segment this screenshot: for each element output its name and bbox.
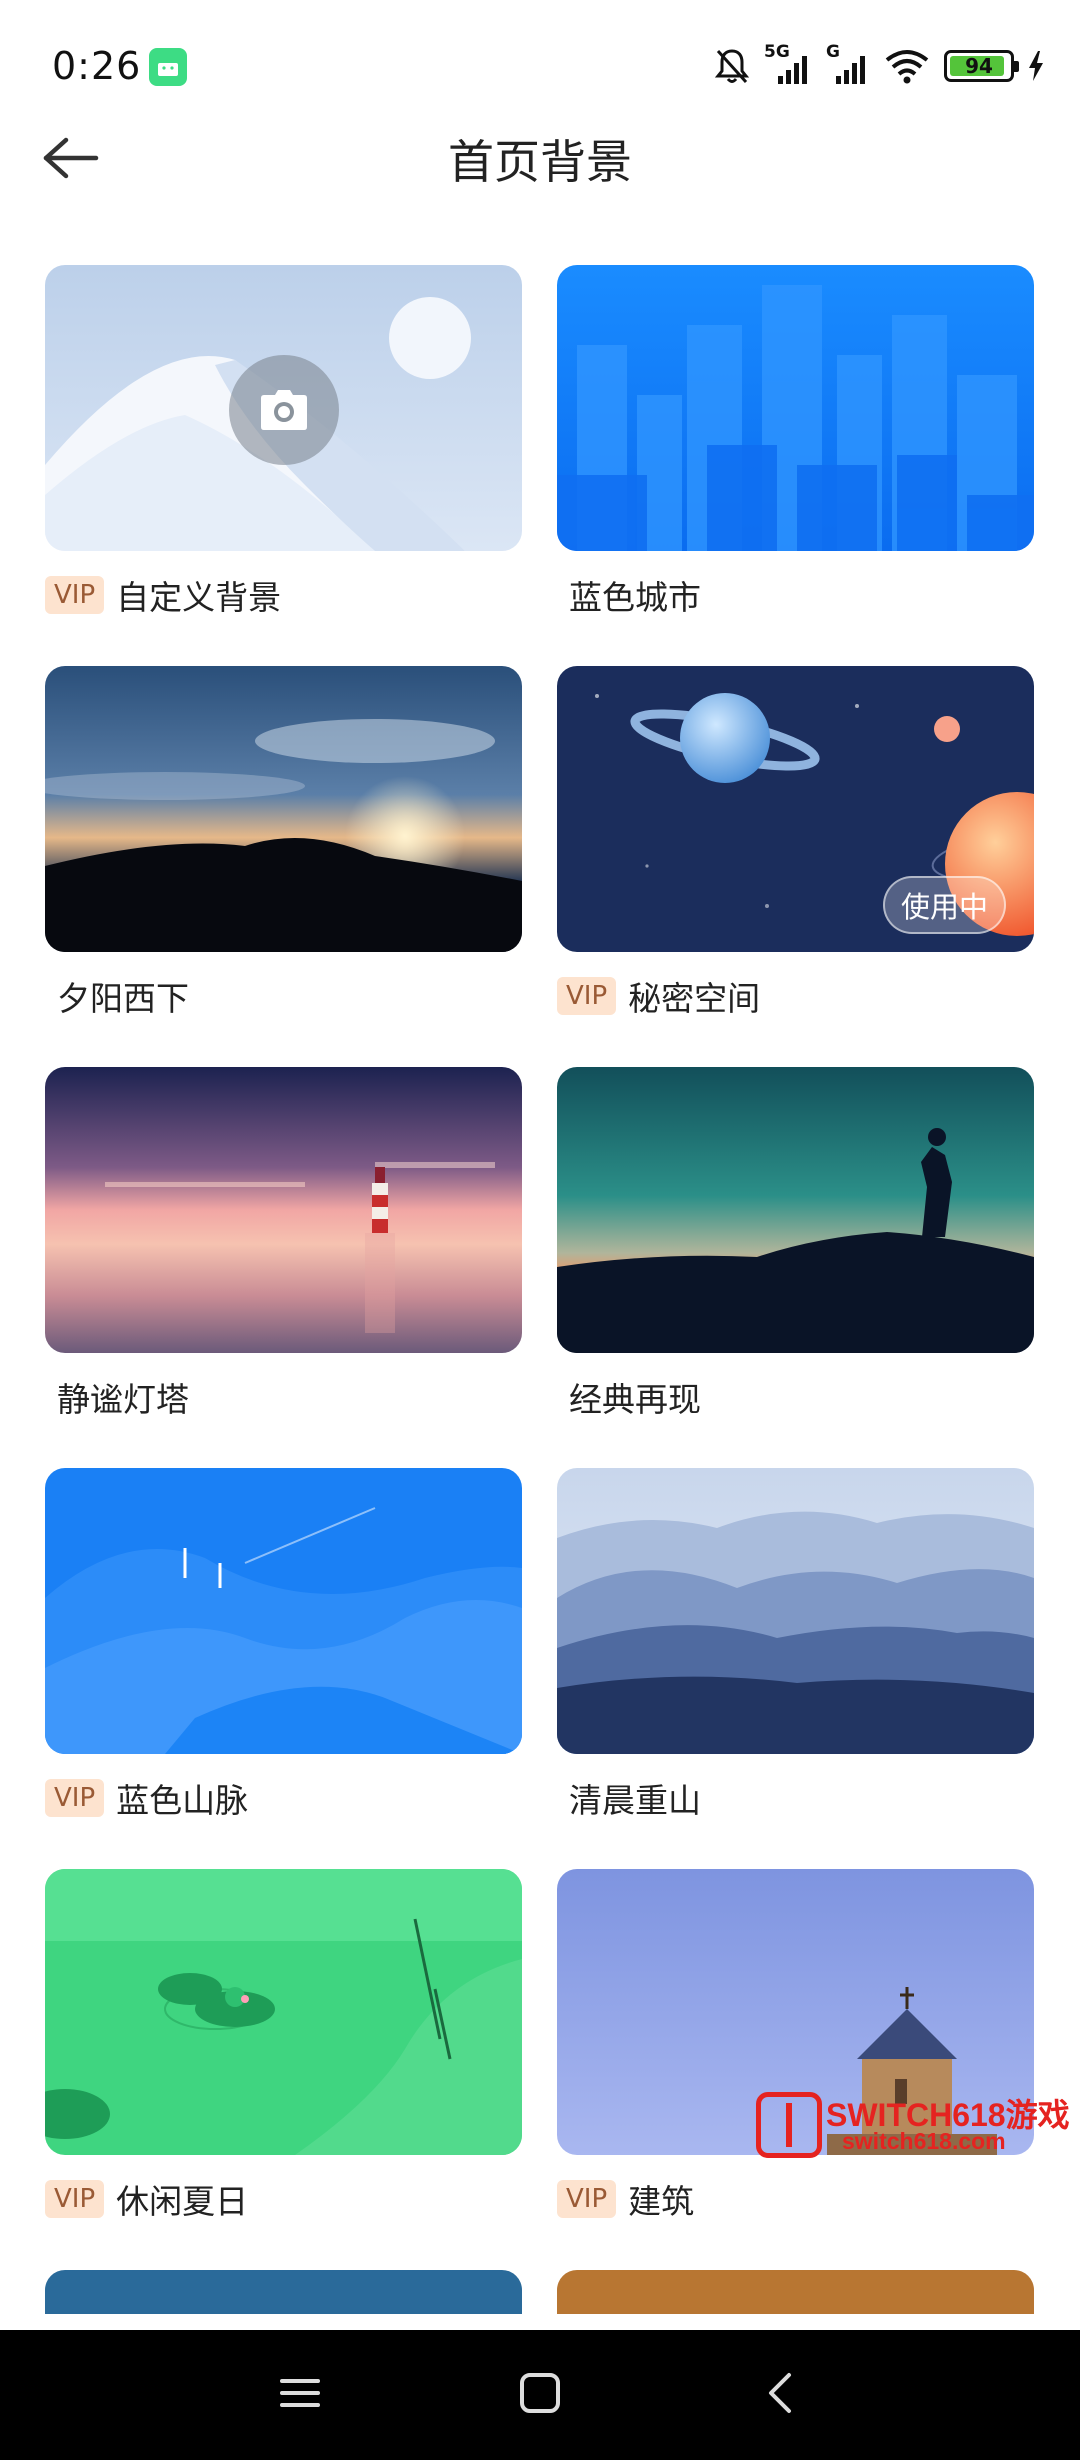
- page-title: 首页背景: [448, 135, 632, 189]
- wallpaper-thumbnail: [557, 265, 1034, 551]
- vip-badge: VIP: [45, 2180, 105, 2218]
- status-icons: 5G G 94: [714, 42, 1044, 88]
- wallpaper-label-row: VIP 秘密空间: [557, 972, 760, 1020]
- charging-icon: [1028, 51, 1044, 81]
- wallpaper-card[interactable]: 蓝色城市: [557, 265, 1034, 617]
- wallpaper-label: 夕阳西下: [57, 979, 189, 1018]
- bell-muted-icon: [714, 47, 750, 85]
- wallpaper-label: 秘密空间: [628, 979, 761, 1018]
- wallpaper-label-row: 清晨重山: [557, 1774, 701, 1822]
- vip-badge: VIP: [557, 2180, 617, 2218]
- wallpaper-card[interactable]: 使用中 VIP 秘密空间: [557, 666, 1034, 1018]
- wallpaper-card[interactable]: VIP 自定义背景: [45, 265, 522, 617]
- navigation-bar: [0, 2330, 1080, 2460]
- wallpaper-label: 经典再现: [569, 1380, 701, 1419]
- wallpaper-label-row: VIP 休闲夏日: [45, 2175, 248, 2223]
- network-type-label: 5G: [764, 42, 790, 62]
- switch-logo-icon: [756, 2092, 822, 2158]
- wallpaper-label: 清晨重山: [569, 1781, 701, 1820]
- wallpaper-thumbnail: [45, 1067, 522, 1353]
- wallpaper-thumbnail: 使用中: [557, 666, 1034, 952]
- wallpaper-label-row: 静谧灯塔: [45, 1373, 189, 1421]
- wallpaper-thumbnail: [45, 265, 522, 551]
- status-bar: 0:26 5G G 94: [0, 0, 1080, 130]
- in-use-badge: 使用中: [882, 876, 1006, 934]
- wallpaper-card[interactable]: 静谧灯塔: [45, 1067, 522, 1419]
- wallpaper-thumbnail: [557, 1468, 1034, 1754]
- camera-button[interactable]: [229, 355, 339, 465]
- vip-badge: VIP: [557, 977, 617, 1015]
- android-notification-icon: [149, 48, 187, 86]
- wallpaper-label-row: 经典再现: [557, 1373, 701, 1421]
- wallpaper-label-row: VIP 建筑: [557, 2175, 694, 2223]
- header: 首页背景: [0, 120, 1080, 200]
- wallpaper-label-row: VIP 自定义背景: [45, 571, 281, 619]
- system-back-button[interactable]: [740, 2360, 820, 2430]
- wifi-icon: [884, 48, 930, 84]
- vip-badge: VIP: [45, 1779, 105, 1817]
- wallpaper-label: 静谧灯塔: [57, 1380, 189, 1419]
- network-type-label: G: [826, 42, 840, 62]
- menu-icon: [278, 2375, 322, 2415]
- wallpaper-card-partial[interactable]: [557, 2270, 1034, 2314]
- watermark-subtitle: switch618.com: [842, 2128, 1006, 2154]
- menu-button[interactable]: [260, 2360, 340, 2430]
- wallpaper-card[interactable]: 夕阳西下: [45, 666, 522, 1018]
- signal-icon: 5G: [764, 42, 812, 86]
- home-icon: [518, 2371, 562, 2419]
- wallpaper-label-row: 蓝色城市: [557, 571, 701, 619]
- wallpaper-card-partial[interactable]: [45, 2270, 522, 2314]
- wallpaper-card[interactable]: VIP 休闲夏日: [45, 1869, 522, 2221]
- status-time: 0:26: [52, 44, 142, 88]
- wallpaper-label: 休闲夏日: [116, 2182, 249, 2221]
- battery-icon: 94: [944, 50, 1019, 82]
- wallpaper-label: 自定义背景: [116, 578, 282, 617]
- wallpaper-thumbnail: [45, 1869, 522, 2155]
- wallpaper-card[interactable]: 经典再现: [557, 1067, 1034, 1419]
- wallpaper-label-row: 夕阳西下: [45, 972, 189, 1020]
- wallpaper-card[interactable]: VIP 蓝色山脉: [45, 1468, 522, 1820]
- battery-cap: [1014, 61, 1019, 72]
- back-icon: [765, 2371, 795, 2419]
- watermark: SWITCH618游戏 switch618.com: [756, 2090, 1070, 2160]
- battery-percent: 94: [965, 54, 993, 78]
- wallpaper-label: 建筑: [628, 2182, 695, 2221]
- wallpaper-thumbnail: [557, 1067, 1034, 1353]
- home-button[interactable]: [500, 2360, 580, 2430]
- wallpaper-thumbnail: [45, 666, 522, 952]
- wallpaper-label: 蓝色山脉: [116, 1781, 249, 1820]
- wallpaper-card[interactable]: 清晨重山: [557, 1468, 1034, 1820]
- wallpaper-label: 蓝色城市: [569, 578, 701, 617]
- vip-badge: VIP: [45, 576, 105, 614]
- signal-icon: G: [826, 42, 870, 86]
- camera-icon: [259, 389, 309, 431]
- wallpaper-thumbnail: [45, 1468, 522, 1754]
- wallpaper-label-row: VIP 蓝色山脉: [45, 1774, 248, 1822]
